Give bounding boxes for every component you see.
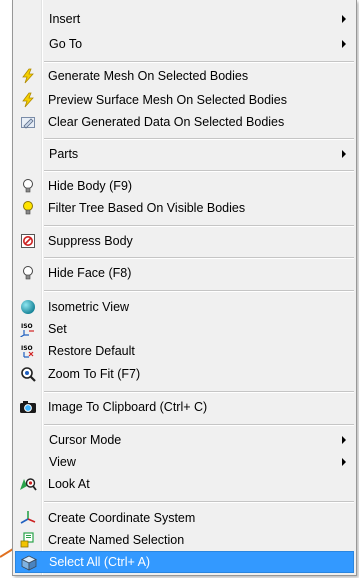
menu-item-create-coordinate-system[interactable]: Create Coordinate System <box>15 507 354 529</box>
menu-item-preview-surface-mesh[interactable]: Preview Surface Mesh On Selected Bodies <box>15 89 354 111</box>
menu-separator <box>44 290 354 292</box>
menu-item-view[interactable]: View <box>15 451 354 473</box>
menu-separator <box>44 225 354 227</box>
submenu-arrow-icon <box>342 15 346 23</box>
menu-item-clear-generated-data[interactable]: Clear Generated Data On Selected Bodies <box>15 111 354 133</box>
menu-item-filter-tree[interactable]: Filter Tree Based On Visible Bodies <box>15 197 354 219</box>
menu-item-restore-default[interactable]: ISO Restore Default <box>15 340 354 362</box>
lightbulb-off-icon <box>19 264 37 282</box>
menu-item-select-all[interactable]: Select All (Ctrl+ A) <box>15 551 354 573</box>
menu-item-label: Create Coordinate System <box>48 511 196 525</box>
menu-item-insert[interactable]: Insert <box>15 8 354 30</box>
menu-separator <box>44 257 354 259</box>
cube-select-icon <box>20 554 38 572</box>
menu-item-label: Look At <box>48 477 90 491</box>
lightning-bolt-icon <box>19 91 37 109</box>
lightbulb-on-icon <box>19 199 37 217</box>
iso-restore-icon: ISO <box>19 342 37 360</box>
menu-item-label: Generate Mesh On Selected Bodies <box>48 69 249 83</box>
menu-separator <box>44 170 354 172</box>
menu-separator <box>44 501 354 503</box>
menu-separator <box>44 391 354 393</box>
magnifier-icon <box>19 365 37 383</box>
submenu-arrow-icon <box>342 150 346 158</box>
menu-item-label: Go To <box>49 37 83 51</box>
lightning-bolt-icon <box>19 67 37 85</box>
menu-separator <box>44 61 354 63</box>
svg-text:ISO: ISO <box>21 323 33 330</box>
iso-set-icon: ISO <box>19 320 37 338</box>
named-selection-icon <box>19 531 37 549</box>
menu-item-image-to-clipboard[interactable]: Image To Clipboard (Ctrl+ C) <box>15 396 354 418</box>
menu-item-zoom-to-fit[interactable]: Zoom To Fit (F7) <box>15 363 354 385</box>
camera-icon <box>19 398 37 416</box>
menu-item-hide-face[interactable]: Hide Face (F8) <box>15 262 354 284</box>
suppress-icon <box>19 232 37 250</box>
menu-item-label: Image To Clipboard (Ctrl+ C) <box>48 400 208 414</box>
menu-item-label: Zoom To Fit (F7) <box>48 367 141 381</box>
eraser-icon <box>19 113 37 131</box>
menu-item-label: Suppress Body <box>48 234 133 248</box>
sphere-icon <box>19 298 37 316</box>
submenu-arrow-icon <box>342 436 346 444</box>
menu-item-label: Filter Tree Based On Visible Bodies <box>48 201 246 215</box>
menu-item-label: Clear Generated Data On Selected Bodies <box>48 115 285 129</box>
submenu-arrow-icon <box>342 40 346 48</box>
menu-item-label: Hide Body (F9) <box>48 179 133 193</box>
menu-item-label: Hide Face (F8) <box>48 266 132 280</box>
menu-item-isometric-view[interactable]: Isometric View <box>15 296 354 318</box>
svg-text:ISO: ISO <box>21 345 33 352</box>
menu-item-go-to[interactable]: Go To <box>15 33 354 55</box>
menu-item-set[interactable]: ISO Set <box>15 318 354 340</box>
menu-item-parts[interactable]: Parts <box>15 143 354 165</box>
menu-item-label: Cursor Mode <box>49 433 122 447</box>
menu-item-label: Select All (Ctrl+ A) <box>49 555 151 569</box>
screen: Insert Go To Generate Mesh On Selected B… <box>0 0 359 578</box>
context-menu: Insert Go To Generate Mesh On Selected B… <box>12 0 357 576</box>
menu-item-label: Parts <box>49 147 79 161</box>
lightbulb-off-icon <box>19 177 37 195</box>
menu-item-create-named-selection[interactable]: Create Named Selection <box>15 529 354 551</box>
axes-icon <box>19 509 37 527</box>
menu-item-label: Insert <box>49 12 81 26</box>
menu-item-label: Create Named Selection <box>48 533 185 547</box>
menu-item-suppress-body[interactable]: Suppress Body <box>15 230 354 252</box>
menu-item-hide-body[interactable]: Hide Body (F9) <box>15 175 354 197</box>
menu-item-label: Isometric View <box>48 300 130 314</box>
menu-separator <box>44 424 354 426</box>
menu-item-generate-mesh[interactable]: Generate Mesh On Selected Bodies <box>15 65 354 87</box>
menu-item-label: Restore Default <box>48 344 135 358</box>
menu-item-label: Set <box>48 322 67 336</box>
menu-item-label: Preview Surface Mesh On Selected Bodies <box>48 93 288 107</box>
menu-item-cursor-mode[interactable]: Cursor Mode <box>15 429 354 451</box>
menu-item-look-at[interactable]: Look At <box>15 473 354 495</box>
menu-separator <box>44 138 354 140</box>
submenu-arrow-icon <box>342 458 346 466</box>
menu-item-label: View <box>49 455 76 469</box>
look-at-icon <box>19 475 37 493</box>
